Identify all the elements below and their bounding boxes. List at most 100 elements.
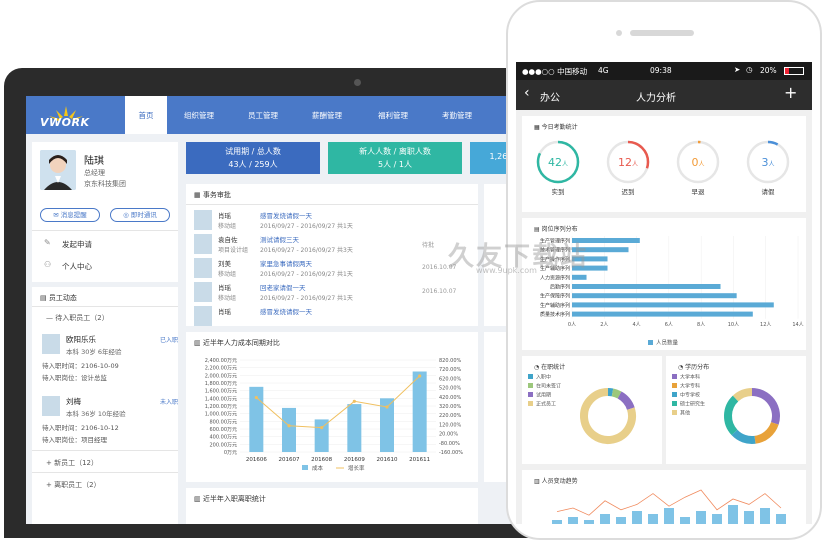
nav-salary[interactable]: 薪酬管理 (312, 110, 342, 121)
leave-staff-group[interactable]: + 离职员工（2） (46, 480, 101, 490)
nav-attendance[interactable]: 考勤管理 (442, 110, 472, 121)
divider (32, 472, 178, 473)
nav-staff[interactable]: 员工管理 (248, 110, 278, 121)
position-bar[interactable] (572, 275, 587, 280)
y2-tick-label: -160.00% (439, 450, 463, 456)
position-bar[interactable] (572, 312, 753, 317)
growth-point[interactable] (255, 396, 258, 399)
ring-label: 实到 (552, 187, 565, 196)
y-tick-label: 1,000.00万元 (205, 412, 237, 418)
back-label[interactable]: 办公 (540, 89, 560, 104)
y2-tick-label: 220.00% (439, 413, 461, 419)
x-tick-label: 0人 (568, 322, 576, 328)
ring-value: 0人 (691, 156, 704, 169)
growth-point[interactable] (353, 400, 356, 403)
y-tick-label: 2,000.00万元 (205, 373, 237, 379)
trend-bar (552, 520, 562, 524)
donut-slice[interactable] (620, 395, 631, 409)
education-card: ◔ 学历分布 大学本科大学专科中专学校硕士研究生其他 (666, 356, 806, 464)
x-tick-label: 12人 (760, 322, 771, 328)
growth-point[interactable] (320, 426, 323, 429)
profile-link[interactable]: 个人中心 (62, 261, 92, 272)
trend-bar (760, 508, 770, 524)
legend-label: 其他 (680, 410, 690, 417)
growth-point[interactable] (418, 374, 421, 377)
donut-slice[interactable] (755, 423, 775, 439)
x-tick-label: 10人 (728, 322, 739, 328)
donut-slice[interactable] (736, 392, 752, 399)
y2-tick-label: -80.00% (439, 441, 460, 447)
ring-value: 42人 (548, 156, 568, 169)
trend-bar (696, 511, 706, 524)
stat-card-probation[interactable]: 试用期 / 总人数 43人 / 259人 (186, 142, 320, 174)
front-camera (616, 30, 622, 36)
approval-subject[interactable]: 测试请假三天 (260, 234, 299, 244)
left-panel: 陆琪 总经理 京东科技集团 ✉ 消息提醒 ◎ 即时通讯 ✎ 发起申请 ⚇ 个人中… (32, 142, 178, 524)
list-icon: ▤ (40, 294, 49, 302)
growth-point[interactable] (385, 405, 388, 408)
nav-welfare[interactable]: 福利管理 (378, 110, 408, 121)
desktop-screen: VWORK 首页 组织管理 员工管理 薪酬管理 福利管理 考勤管理 陆琪 总经理… (26, 96, 532, 524)
status-badge: 未入职 (160, 397, 178, 406)
chat-button[interactable]: ◎ 即时通讯 (110, 208, 170, 222)
employee-avatar (42, 396, 60, 416)
trend-bar (632, 511, 642, 524)
y-tick-label: 0万元 (224, 450, 237, 456)
status-bar: ●●●○○ 中国移动 4G 09:38 ➤ ◷ 20% (516, 62, 812, 80)
y-tick-label: 1,400.00万元 (205, 396, 237, 402)
growth-point[interactable] (287, 424, 290, 427)
nav-home[interactable]: 首页 (125, 96, 167, 134)
employee-name: 刘梅 (66, 396, 81, 407)
approval-subject[interactable]: 家里急事请假两天 (260, 258, 312, 268)
legend-label: 硕士研究生 (680, 401, 705, 408)
cost-bar[interactable] (347, 404, 361, 452)
cost-bar[interactable] (315, 419, 329, 452)
divider (186, 204, 478, 205)
y2-tick-label: 520.00% (439, 386, 461, 392)
recruit-card: ◔ 在职统计 入职中在司未签订试用期正式员工 (522, 356, 662, 464)
legend-swatch (528, 392, 533, 397)
approval-subject[interactable]: 回老家请假一天 (260, 282, 306, 292)
divider (32, 230, 178, 231)
ring-value: 12人 (618, 156, 638, 169)
add-icon[interactable]: + (784, 83, 797, 102)
position-bar[interactable] (572, 284, 721, 289)
approval-subject[interactable]: 感冒发烧请假一天 (260, 210, 312, 220)
divider (32, 282, 178, 287)
requester-name: 肖瑶 (218, 306, 231, 316)
ring-label: 早退 (692, 187, 706, 196)
x-tick-label: 201606 (246, 457, 267, 463)
message-button[interactable]: ✉ 消息提醒 (40, 208, 100, 222)
cost-chart-panel: ▥ 近半年人力成本同期对比 2,400.00万元2,200.00万元2,000.… (186, 332, 478, 482)
requester-avatar (194, 282, 212, 302)
nav-org[interactable]: 组织管理 (184, 110, 214, 121)
divider (32, 306, 178, 307)
approval-subject[interactable]: 感冒发烧请假一天 (260, 306, 312, 316)
cost-bar[interactable] (282, 408, 296, 452)
category-label: 后勤序列 (550, 284, 570, 291)
apply-link[interactable]: 发起申请 (62, 239, 92, 250)
trend-bar (568, 517, 578, 524)
approval-range: 2016/09/27 - 2016/09/27 共1天 (260, 269, 353, 278)
user-company: 京东科技集团 (84, 179, 126, 189)
legend-label: 入职中 (536, 374, 551, 381)
cost-bar[interactable] (413, 372, 427, 453)
new-staff-group[interactable]: + 新员工（12） (46, 458, 98, 468)
turnover-title: ▥ 近半年入职离职统计 (194, 494, 266, 504)
trend-title: ▥ 人员变动趋势 (534, 476, 578, 485)
donut-slice[interactable] (612, 392, 619, 395)
employee-date: 待入职时间：2106-10-09 (42, 360, 119, 370)
trend-bar (744, 511, 754, 524)
donut-slice[interactable] (735, 432, 756, 440)
pending-group[interactable]: — 待入职员工（2） (46, 313, 109, 323)
user-title: 总经理 (84, 168, 105, 178)
back-icon[interactable]: ‹ (524, 85, 530, 101)
position-bar[interactable] (572, 302, 774, 307)
stat-card-newhire[interactable]: 新人人数 / 离职人数 5人 / 1人 (328, 142, 462, 174)
top-nav: VWORK 首页 组织管理 员工管理 薪酬管理 福利管理 考勤管理 (26, 96, 532, 134)
position-bar[interactable] (572, 293, 737, 298)
donut-slice[interactable] (728, 399, 736, 433)
y-tick-label: 1,200.00万元 (205, 404, 237, 410)
trend-bar (600, 514, 610, 524)
donut-slice[interactable] (752, 392, 776, 423)
